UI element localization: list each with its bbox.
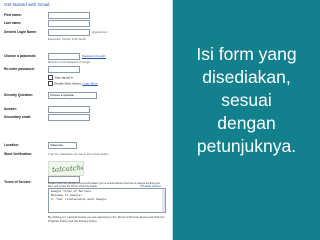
last-name-label: Last name: <box>4 21 22 25</box>
reenter-password-label: Re-enter password: <box>4 67 35 71</box>
login-name-label: Desired Login Name: <box>4 30 37 34</box>
terms-box[interactable]: Google Terms of Service Welcome to Googl… <box>48 188 166 213</box>
caption-line: disediakan, <box>202 67 291 87</box>
last-name-input[interactable] <box>48 20 90 27</box>
security-question-label: Security Question: <box>4 93 34 97</box>
captcha-image: tatcatche <box>48 161 86 176</box>
stay-signed-in-check[interactable]: Stay signed in <box>48 75 73 80</box>
security-question-select[interactable]: Choose a question ... <box>48 92 97 99</box>
password-label: Choose a password: <box>4 54 37 58</box>
learn-more-link[interactable]: Learn More <box>82 81 97 85</box>
slide: Get started with Gmail First name: Last … <box>0 0 320 240</box>
terms-label: Terms of Service: <box>4 180 32 184</box>
terms-scrollbar[interactable] <box>162 189 165 212</box>
form-title: Get started with Gmail <box>4 2 50 7</box>
first-name-label: First name: <box>4 13 22 17</box>
reenter-password-input[interactable] <box>48 66 80 73</box>
password-input[interactable] <box>48 53 80 60</box>
password-strength-label: Password strength: <box>82 54 106 58</box>
password-hint: Minimum of 8 characters in length. <box>48 60 91 64</box>
captcha-icon: tatcatche <box>52 164 86 174</box>
login-domain-suffix: @gmail.com <box>92 30 108 34</box>
accept-note: By clicking on 'I accept' below you are … <box>48 215 165 223</box>
terms-line: 1. Your relationship with Google <box>51 198 107 201</box>
caption-line: dengan <box>217 113 276 133</box>
caption-line: sesuai <box>221 90 272 110</box>
secondary-email-input[interactable] <box>48 114 90 121</box>
gmail-signup-form-screenshot: Get started with Gmail First name: Last … <box>0 0 173 240</box>
captcha-glyphs: tatcatche <box>52 164 83 174</box>
location-label: Location: <box>4 143 19 147</box>
login-name-input[interactable] <box>48 29 90 36</box>
first-name-input[interactable] <box>48 12 90 19</box>
slide-caption: Isi form yang disediakan, sesuai dengan … <box>175 43 318 158</box>
word-verification-label: Word Verification: <box>4 152 33 156</box>
caption-line: petunjuknya. <box>196 136 297 156</box>
checkbox-icon[interactable] <box>48 81 53 86</box>
answer-input[interactable] <box>48 106 90 113</box>
secondary-email-label: Secondary email: <box>4 115 32 119</box>
web-history-check[interactable]: Enable Web History. Learn More <box>48 81 98 86</box>
word-verification-hint: Type the characters you see in the pictu… <box>48 152 109 156</box>
location-select[interactable]: Indonesia <box>48 142 77 149</box>
caption-line: Isi form yang <box>196 44 297 64</box>
login-name-hint: Examples: JSmith, John.Smith <box>48 37 86 41</box>
answer-label: Answer: <box>4 107 18 111</box>
checkbox-icon[interactable] <box>48 75 53 80</box>
